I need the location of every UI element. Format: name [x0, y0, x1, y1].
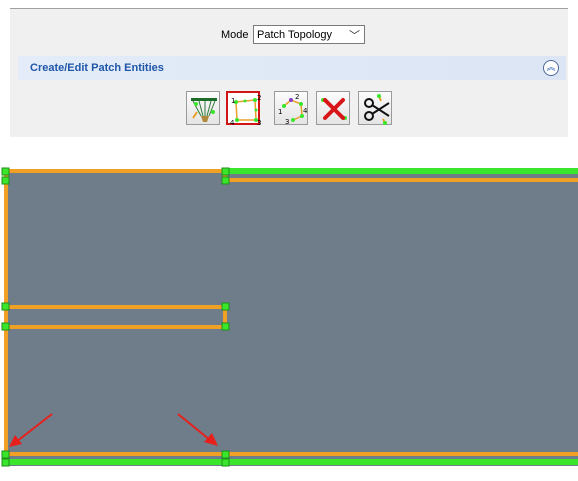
tool3-label-4: 4: [303, 107, 308, 115]
create-patch-multi-button[interactable]: 1 2 3 4: [274, 91, 308, 126]
chevron-down-icon: ﹀: [349, 30, 360, 42]
tool2-label-4: 4: [230, 119, 235, 127]
vertex: [1, 176, 10, 185]
vertex: [221, 176, 230, 185]
create-patch-4-sided-button[interactable]: 1 2 3 4: [226, 91, 261, 127]
four-corner-patch-icon: 1 2 3 4: [230, 94, 261, 127]
vertex: [1, 302, 10, 311]
tool3-label-2: 2: [295, 93, 299, 101]
vertex: [1, 167, 10, 176]
vertex: [221, 458, 230, 467]
mode-dropdown-value: Patch Topology: [257, 29, 333, 41]
mode-row: Mode Patch Topology ﹀: [10, 25, 568, 47]
patch-surface: [5, 170, 578, 466]
vertex: [1, 458, 10, 467]
vertex: [221, 167, 230, 176]
mode-dropdown[interactable]: Patch Topology ﹀: [253, 25, 365, 44]
red-x-icon: [321, 98, 347, 120]
tool2-label-2: 2: [257, 94, 261, 102]
vertex: [1, 450, 10, 459]
split-patch-button[interactable]: [358, 91, 392, 125]
pick-entities-button[interactable]: [186, 91, 220, 125]
vertex: [221, 450, 230, 459]
tool3-label-3: 3: [285, 118, 289, 126]
tool2-label-3: 3: [257, 119, 261, 127]
mode-label: Mode: [221, 29, 249, 41]
collapse-up-icon[interactable]: ︽: [543, 60, 559, 76]
model-viewport[interactable]: [0, 160, 578, 476]
vertex: [221, 302, 230, 311]
section-title: Create/Edit Patch Entities: [30, 62, 164, 74]
vertex: [1, 322, 10, 331]
tool2-label-1: 1: [231, 97, 235, 105]
multi-point-patch-icon: 1 2 3 4: [278, 93, 308, 126]
net-select-icon: [191, 98, 217, 122]
scissors-icon: [364, 94, 390, 125]
geometry-canvas[interactable]: [0, 160, 578, 476]
vertex: [221, 322, 230, 331]
delete-patch-button[interactable]: [316, 91, 350, 125]
section-header[interactable]: Create/Edit Patch Entities ︽: [18, 56, 566, 80]
tool3-label-1: 1: [278, 108, 282, 116]
patch-panel: Mode Patch Topology ﹀ Create/Edit Patch …: [10, 8, 568, 137]
